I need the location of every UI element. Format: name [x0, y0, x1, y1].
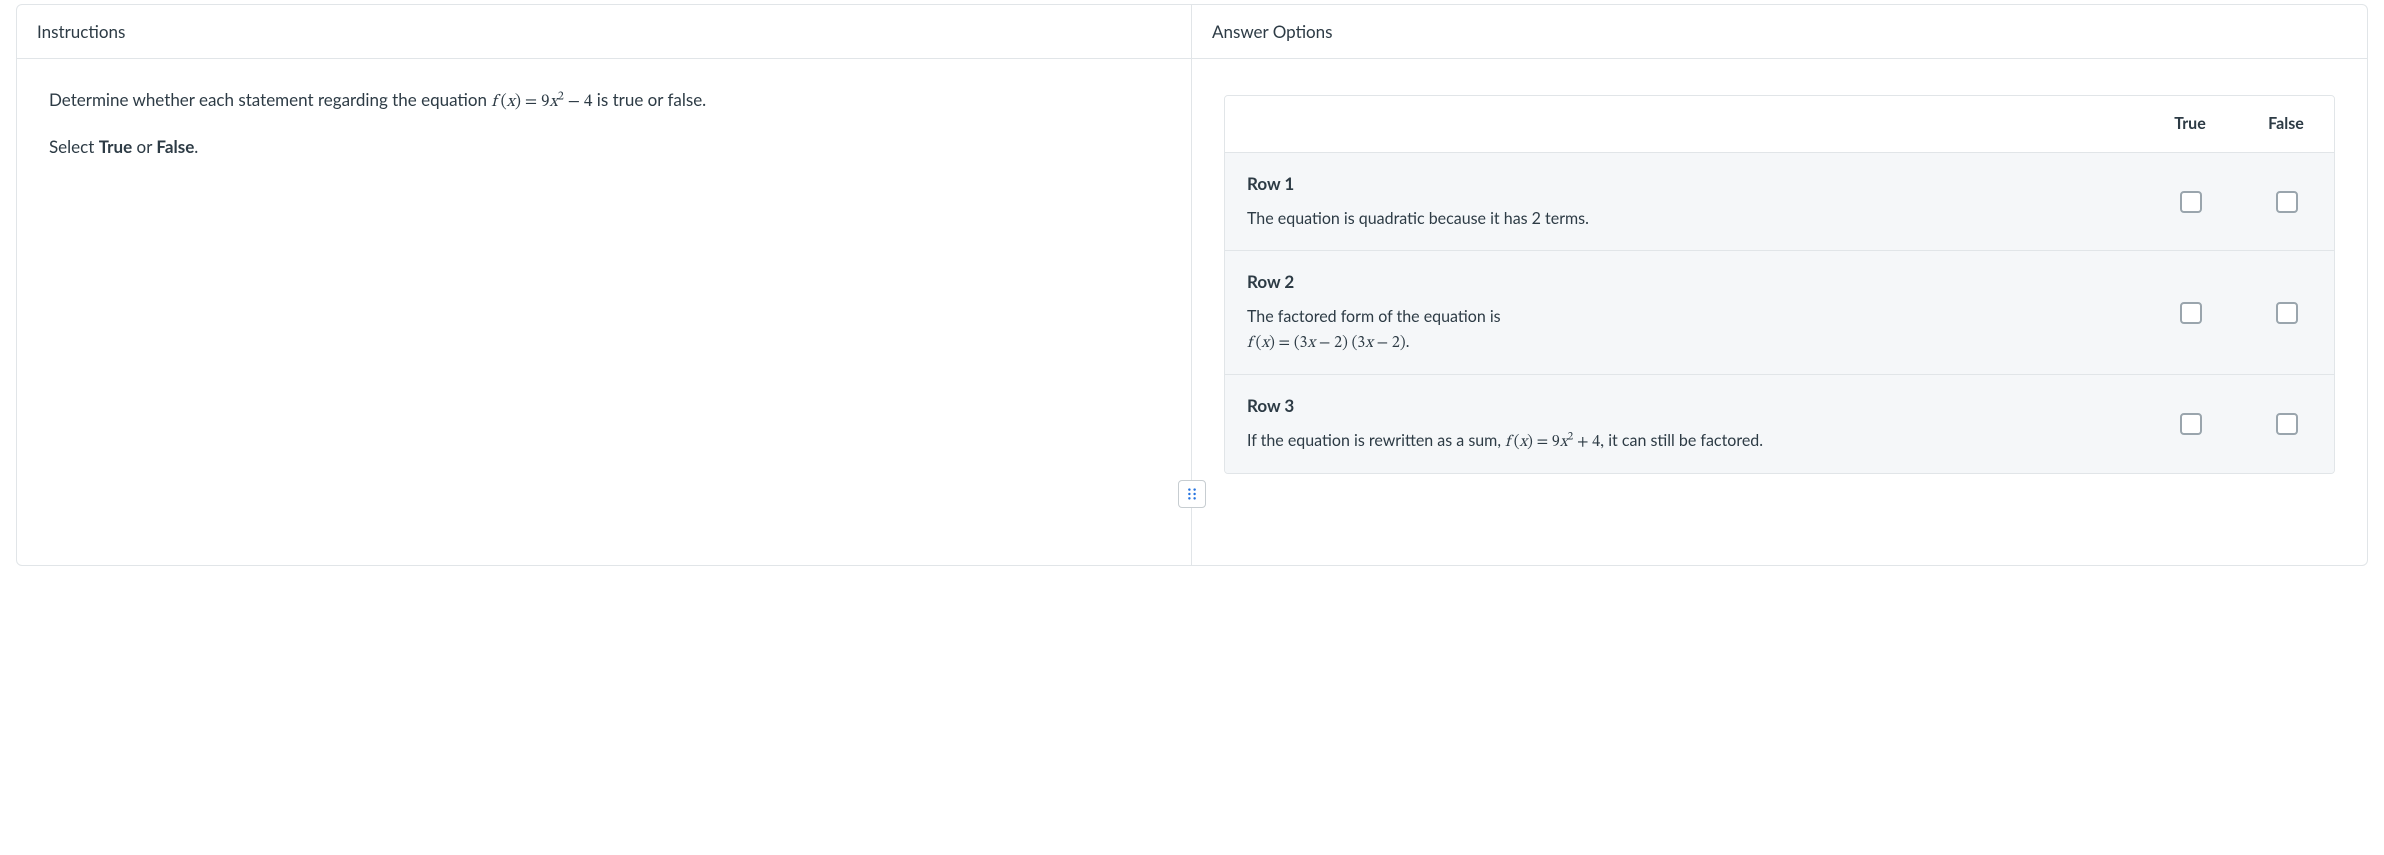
instructions-panel: Instructions Determine whether each stat…: [17, 5, 1192, 565]
kw-false: False: [156, 136, 194, 157]
row-text: The factored form of the equation isf (x…: [1247, 305, 2120, 356]
table-header-blank: [1225, 96, 2142, 152]
row1-true-checkbox[interactable]: [2180, 191, 2202, 213]
resize-handle-icon[interactable]: [1178, 480, 1206, 508]
row-title: Row 3: [1247, 393, 2120, 419]
row3-false-checkbox[interactable]: [2276, 413, 2298, 435]
question-card: Instructions Determine whether each stat…: [16, 4, 2368, 566]
instructions-body: Determine whether each statement regardi…: [17, 59, 1191, 207]
row-title: Row 1: [1247, 171, 2120, 197]
split-panels: Instructions Determine whether each stat…: [17, 5, 2367, 565]
row-statement: Row 1 The equation is quadratic because …: [1225, 153, 2142, 250]
row1-false-checkbox[interactable]: [2276, 191, 2298, 213]
row-statement: Row 2 The factored form of the equation …: [1225, 251, 2142, 374]
row-text: If the equation is rewritten as a sum, f…: [1247, 429, 2120, 455]
table-row: Row 3 If the equation is rewritten as a …: [1225, 374, 2334, 473]
answer-header: Answer Options: [1192, 5, 2367, 59]
table-row: Row 1 The equation is quadratic because …: [1225, 152, 2334, 250]
row-title: Row 2: [1247, 269, 2120, 295]
row-text: The equation is quadratic because it has…: [1247, 207, 2120, 232]
col-header-true: True: [2142, 96, 2238, 152]
instructions-line-2: Select True or False.: [49, 134, 1159, 160]
col-header-false: False: [2238, 96, 2334, 152]
instructions-header: Instructions: [17, 5, 1191, 59]
answer-table: True False Row 1 The equation is quadrat…: [1224, 95, 2335, 474]
answer-panel: Answer Options True False Row 1 The equa…: [1192, 5, 2367, 565]
row-statement: Row 3 If the equation is rewritten as a …: [1225, 375, 2142, 473]
equation-main: f (x) = 9x2 − 4: [491, 94, 592, 111]
row3-true-checkbox[interactable]: [2180, 413, 2202, 435]
answer-body: True False Row 1 The equation is quadrat…: [1192, 59, 2367, 474]
row2-false-checkbox[interactable]: [2276, 302, 2298, 324]
row2-true-checkbox[interactable]: [2180, 302, 2202, 324]
table-header-row: True False: [1225, 96, 2334, 152]
table-row: Row 2 The factored form of the equation …: [1225, 250, 2334, 374]
kw-true: True: [99, 136, 133, 157]
instructions-line-1: Determine whether each statement regardi…: [49, 87, 1159, 116]
